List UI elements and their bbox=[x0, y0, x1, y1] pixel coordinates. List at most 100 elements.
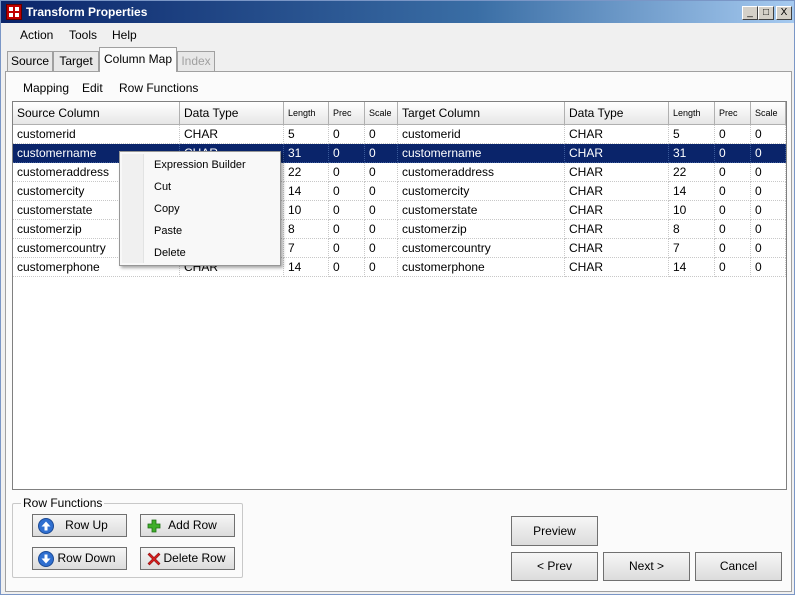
row-up-button[interactable]: Row Up bbox=[32, 514, 127, 537]
cell-target-column[interactable]: customercountry bbox=[398, 239, 565, 258]
cell-source-prec[interactable]: 0 bbox=[329, 258, 365, 277]
header-source-data-type[interactable]: Data Type bbox=[180, 102, 284, 125]
cell-target-data-type[interactable]: CHAR bbox=[565, 182, 669, 201]
cell-target-prec[interactable]: 0 bbox=[715, 258, 751, 277]
cell-source-prec[interactable]: 0 bbox=[329, 239, 365, 258]
tab-column-map[interactable]: Column Map bbox=[99, 47, 177, 72]
cell-source-length[interactable]: 22 bbox=[284, 163, 329, 182]
cell-source-length[interactable]: 14 bbox=[284, 258, 329, 277]
cell-target-column[interactable]: customername bbox=[398, 144, 565, 163]
cell-source-length[interactable]: 10 bbox=[284, 201, 329, 220]
cell-source-scale[interactable]: 0 bbox=[365, 201, 398, 220]
cell-target-length[interactable]: 22 bbox=[669, 163, 715, 182]
cell-source-prec[interactable]: 0 bbox=[329, 182, 365, 201]
cell-target-length[interactable]: 7 bbox=[669, 239, 715, 258]
toolbar-row-functions[interactable]: Row Functions bbox=[119, 81, 198, 95]
cell-target-length[interactable]: 10 bbox=[669, 201, 715, 220]
tab-target[interactable]: Target bbox=[53, 51, 99, 71]
ctx-delete[interactable]: Delete bbox=[154, 243, 186, 263]
next-button[interactable]: Next > bbox=[603, 552, 690, 581]
cell-source-scale[interactable]: 0 bbox=[365, 144, 398, 163]
header-target-length[interactable]: Length bbox=[669, 102, 715, 125]
add-row-button[interactable]: Add Row bbox=[140, 514, 235, 537]
cell-target-column[interactable]: customerphone bbox=[398, 258, 565, 277]
cell-target-length[interactable]: 14 bbox=[669, 258, 715, 277]
menu-help[interactable]: Help bbox=[112, 28, 137, 42]
header-target-scale[interactable]: Scale bbox=[751, 102, 786, 125]
table-row[interactable]: customerid CHAR 5 0 0 customerid CHAR 5 0 0 bbox=[13, 125, 786, 144]
cell-source-scale[interactable]: 0 bbox=[365, 182, 398, 201]
cell-target-prec[interactable]: 0 bbox=[715, 144, 751, 163]
cell-target-column[interactable]: customerzip bbox=[398, 220, 565, 239]
cell-source-scale[interactable]: 0 bbox=[365, 220, 398, 239]
ctx-cut[interactable]: Cut bbox=[154, 177, 171, 197]
cell-target-prec[interactable]: 0 bbox=[715, 125, 751, 144]
cell-target-scale[interactable]: 0 bbox=[751, 239, 786, 258]
cell-target-prec[interactable]: 0 bbox=[715, 163, 751, 182]
title-bar[interactable]: Transform Properties _ □ X bbox=[1, 1, 794, 23]
cell-target-scale[interactable]: 0 bbox=[751, 144, 786, 163]
header-source-length[interactable]: Length bbox=[284, 102, 329, 125]
cell-source-length[interactable]: 31 bbox=[284, 144, 329, 163]
cell-target-scale[interactable]: 0 bbox=[751, 220, 786, 239]
delete-row-button[interactable]: Delete Row bbox=[140, 547, 235, 570]
cell-target-scale[interactable]: 0 bbox=[751, 182, 786, 201]
cell-target-prec[interactable]: 0 bbox=[715, 201, 751, 220]
cell-source-length[interactable]: 7 bbox=[284, 239, 329, 258]
cell-target-data-type[interactable]: CHAR bbox=[565, 125, 669, 144]
cell-target-scale[interactable]: 0 bbox=[751, 201, 786, 220]
cell-source-scale[interactable]: 0 bbox=[365, 163, 398, 182]
cell-target-prec[interactable]: 0 bbox=[715, 239, 751, 258]
cell-source-column[interactable]: customerid bbox=[13, 125, 180, 144]
cell-target-data-type[interactable]: CHAR bbox=[565, 201, 669, 220]
header-target-column[interactable]: Target Column bbox=[398, 102, 565, 125]
toolbar-mapping[interactable]: Mapping bbox=[23, 81, 69, 95]
cell-target-data-type[interactable]: CHAR bbox=[565, 220, 669, 239]
cell-target-length[interactable]: 8 bbox=[669, 220, 715, 239]
minimize-button[interactable]: _ bbox=[742, 6, 758, 20]
preview-button[interactable]: Preview bbox=[511, 516, 598, 546]
cell-source-scale[interactable]: 0 bbox=[365, 125, 398, 144]
cell-target-column[interactable]: customerid bbox=[398, 125, 565, 144]
cell-target-length[interactable]: 31 bbox=[669, 144, 715, 163]
cell-source-prec[interactable]: 0 bbox=[329, 144, 365, 163]
cell-source-data-type[interactable]: CHAR bbox=[180, 125, 284, 144]
header-source-column[interactable]: Source Column bbox=[13, 102, 180, 125]
cell-source-length[interactable]: 14 bbox=[284, 182, 329, 201]
cell-target-scale[interactable]: 0 bbox=[751, 125, 786, 144]
cell-source-scale[interactable]: 0 bbox=[365, 239, 398, 258]
cell-source-length[interactable]: 5 bbox=[284, 125, 329, 144]
cell-target-data-type[interactable]: CHAR bbox=[565, 163, 669, 182]
cell-target-data-type[interactable]: CHAR bbox=[565, 258, 669, 277]
ctx-expression-builder[interactable]: Expression Builder bbox=[154, 155, 246, 175]
cell-target-scale[interactable]: 0 bbox=[751, 258, 786, 277]
cell-target-column[interactable]: customercity bbox=[398, 182, 565, 201]
toolbar-edit[interactable]: Edit bbox=[82, 81, 103, 95]
ctx-copy[interactable]: Copy bbox=[154, 199, 180, 219]
ctx-paste[interactable]: Paste bbox=[154, 221, 182, 241]
cell-target-prec[interactable]: 0 bbox=[715, 182, 751, 201]
menu-tools[interactable]: Tools bbox=[69, 28, 97, 42]
cell-source-scale[interactable]: 0 bbox=[365, 258, 398, 277]
cell-source-prec[interactable]: 0 bbox=[329, 220, 365, 239]
cell-target-prec[interactable]: 0 bbox=[715, 220, 751, 239]
cell-target-scale[interactable]: 0 bbox=[751, 163, 786, 182]
header-target-prec[interactable]: Prec bbox=[715, 102, 751, 125]
cell-source-prec[interactable]: 0 bbox=[329, 201, 365, 220]
header-target-data-type[interactable]: Data Type bbox=[565, 102, 669, 125]
cell-target-data-type[interactable]: CHAR bbox=[565, 239, 669, 258]
row-down-button[interactable]: Row Down bbox=[32, 547, 127, 570]
maximize-button[interactable]: □ bbox=[758, 6, 774, 20]
cell-target-length[interactable]: 5 bbox=[669, 125, 715, 144]
cell-target-length[interactable]: 14 bbox=[669, 182, 715, 201]
tab-source[interactable]: Source bbox=[7, 51, 53, 71]
cell-target-column[interactable]: customerstate bbox=[398, 201, 565, 220]
cancel-button[interactable]: Cancel bbox=[695, 552, 782, 581]
cell-target-column[interactable]: customeraddress bbox=[398, 163, 565, 182]
menu-action[interactable]: Action bbox=[20, 28, 53, 42]
header-source-scale[interactable]: Scale bbox=[365, 102, 398, 125]
cell-target-data-type[interactable]: CHAR bbox=[565, 144, 669, 163]
close-button[interactable]: X bbox=[776, 6, 792, 20]
cell-source-prec[interactable]: 0 bbox=[329, 125, 365, 144]
cell-source-length[interactable]: 8 bbox=[284, 220, 329, 239]
